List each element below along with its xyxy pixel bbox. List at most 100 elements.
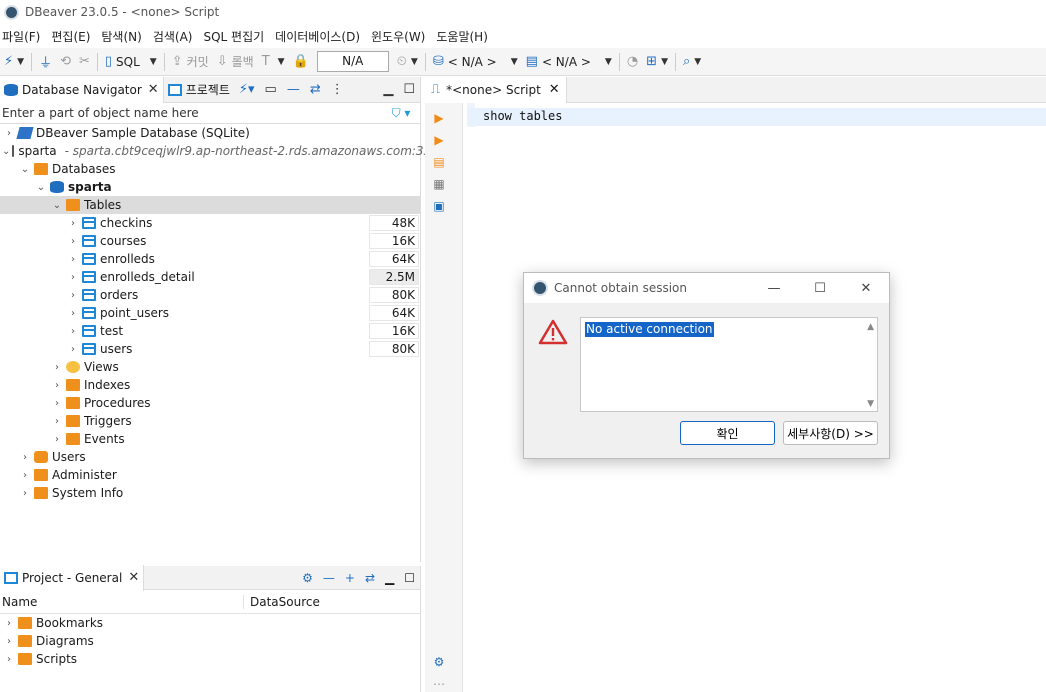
tree-node-users[interactable]: › Users: [0, 448, 420, 466]
scroll-up-icon[interactable]: ▲: [867, 322, 874, 332]
column-datasource-header[interactable]: DataSource: [244, 595, 320, 609]
chevron-right-icon[interactable]: ›: [18, 470, 32, 481]
menu-file[interactable]: 파일(F): [0, 28, 49, 45]
minimize-icon[interactable]: ▁: [378, 82, 398, 97]
chevron-right-icon[interactable]: ›: [50, 398, 64, 409]
tree-node-procedures[interactable]: › Procedures: [0, 394, 420, 412]
chevron-right-icon[interactable]: ›: [18, 452, 32, 463]
new-connection-icon[interactable]: ⚡▾: [234, 82, 260, 97]
minimize-icon[interactable]: —: [751, 281, 797, 296]
gear-icon[interactable]: ⚙: [432, 655, 446, 669]
chevron-right-icon[interactable]: ›: [50, 416, 64, 427]
tab-project-general[interactable]: Project - General ✕: [0, 564, 145, 591]
table-row[interactable]: › enrolleds 64K: [0, 250, 420, 268]
chevron-right-icon[interactable]: ›: [66, 236, 80, 247]
project-item-diagrams[interactable]: › Diagrams: [0, 632, 420, 650]
search-button[interactable]: ⌕ ▼: [679, 50, 705, 74]
filter-icon[interactable]: ⛉ ▾: [382, 106, 420, 121]
dashboard-button[interactable]: ◔: [623, 50, 642, 74]
connect-button[interactable]: ⏚: [35, 50, 56, 74]
collapse-all-icon[interactable]: —: [282, 82, 305, 97]
execute-script-icon[interactable]: ▤: [432, 155, 446, 169]
maximize-icon[interactable]: ☐: [398, 82, 420, 97]
chevron-right-icon[interactable]: ›: [2, 654, 16, 665]
invalidate-button[interactable]: ⟲: [56, 50, 75, 74]
menu-help[interactable]: 도움말(H): [434, 28, 497, 45]
commit-button[interactable]: ⇪ 커밋: [168, 50, 213, 74]
new-connection-button[interactable]: ⚡ ▼: [0, 50, 28, 74]
tree-node-tables[interactable]: ⌄ Tables: [0, 196, 420, 214]
object-filter-input[interactable]: [0, 103, 382, 123]
tree-node-administer[interactable]: › Administer: [0, 466, 420, 484]
chevron-right-icon[interactable]: ›: [50, 380, 64, 391]
chevron-right-icon[interactable]: ›: [66, 290, 80, 301]
tree-node-schema[interactable]: ⌄ sparta: [0, 178, 420, 196]
tree-node-databases[interactable]: ⌄ Databases: [0, 160, 420, 178]
chevron-down-icon[interactable]: ⌄: [2, 146, 10, 157]
column-name-header[interactable]: Name: [0, 594, 244, 609]
close-icon[interactable]: ✕: [148, 82, 159, 97]
tab-database-navigator[interactable]: Database Navigator ✕: [0, 76, 164, 103]
active-datasource-selector[interactable]: ⛁ < N/A > ▼: [429, 50, 522, 74]
chevron-right-icon[interactable]: ›: [66, 308, 80, 319]
tab-script[interactable]: ⎍ *<none> Script ✕: [425, 76, 567, 103]
terminal-icon[interactable]: ▣: [432, 199, 446, 213]
project-item-bookmarks[interactable]: › Bookmarks: [0, 614, 420, 632]
tree-node-triggers[interactable]: › Triggers: [0, 412, 420, 430]
chevron-right-icon[interactable]: ›: [2, 636, 16, 647]
table-row[interactable]: › test 16K: [0, 322, 420, 340]
expand-all-icon[interactable]: +: [340, 571, 360, 585]
menu-database[interactable]: 데이터베이스(D): [273, 28, 369, 45]
table-row[interactable]: › enrolleds_detail 2.5M: [0, 268, 420, 286]
tree-node-connection[interactable]: ⌄ sparta - sparta.cbt9ceqjwlr9.ap-northe…: [0, 142, 446, 160]
chevron-right-icon[interactable]: ›: [66, 344, 80, 355]
tree-node-system-info[interactable]: › System Info: [0, 484, 420, 502]
chevron-right-icon[interactable]: ›: [50, 362, 64, 373]
scroll-down-icon[interactable]: ▼: [867, 399, 874, 409]
maximize-icon[interactable]: ☐: [399, 571, 420, 585]
chevron-right-icon[interactable]: ›: [2, 618, 16, 629]
close-icon[interactable]: ✕: [549, 82, 560, 97]
execute-in-new-tab-icon[interactable]: ▶: [432, 133, 446, 147]
lock-button[interactable]: 🔒: [289, 50, 313, 74]
sql-code-line[interactable]: show tables: [483, 109, 562, 123]
chevron-down-icon[interactable]: ⌄: [18, 164, 32, 175]
view-menu-icon[interactable]: ⋮: [326, 82, 349, 97]
disconnect-button[interactable]: ✂: [75, 50, 94, 74]
execute-statement-icon[interactable]: ▶: [432, 111, 446, 125]
menu-navigate[interactable]: 탐색(N): [99, 28, 150, 45]
explain-plan-icon[interactable]: ▦: [432, 177, 446, 191]
minimize-icon[interactable]: ▁: [380, 571, 399, 585]
chevron-right-icon[interactable]: ›: [66, 218, 80, 229]
chevron-right-icon[interactable]: ›: [18, 488, 32, 499]
table-row[interactable]: › courses 16K: [0, 232, 420, 250]
transaction-mode-value[interactable]: N/A: [316, 51, 389, 72]
chevron-right-icon[interactable]: ›: [50, 434, 64, 445]
table-row[interactable]: › point_users 64K: [0, 304, 420, 322]
maximize-icon[interactable]: ☐: [797, 281, 843, 296]
tasks-button[interactable]: ⊞ ▼: [642, 50, 672, 74]
collapse-all-icon[interactable]: —: [318, 571, 340, 585]
link-with-editor-icon[interactable]: ⇄: [305, 82, 326, 97]
link-with-editor-icon[interactable]: ⇄: [360, 571, 380, 585]
tree-node-indexes[interactable]: › Indexes: [0, 376, 420, 394]
chevron-right-icon[interactable]: ›: [66, 272, 80, 283]
tree-node-sample-db[interactable]: › DBeaver Sample Database (SQLite): [0, 124, 420, 142]
table-row[interactable]: › checkins 48K: [0, 214, 420, 232]
error-message-box[interactable]: No active connection ▲ ▼: [580, 317, 878, 412]
error-message[interactable]: No active connection: [585, 322, 714, 337]
menu-search[interactable]: 검색(A): [151, 28, 202, 45]
tab-projects[interactable]: 프로젝트: [164, 77, 234, 103]
ok-button[interactable]: 확인: [680, 421, 775, 445]
more-icon[interactable]: ⋯: [432, 677, 446, 691]
new-folder-icon[interactable]: ▭: [260, 82, 282, 97]
active-schema-selector[interactable]: ▤ < N/A > ▼: [522, 50, 616, 74]
close-icon[interactable]: ✕: [128, 570, 139, 585]
menu-edit[interactable]: 편집(E): [49, 28, 99, 45]
chevron-right-icon[interactable]: ›: [66, 326, 80, 337]
transaction-mode-button[interactable]: T ▼: [258, 50, 289, 74]
menu-sql-editor[interactable]: SQL 편집기: [201, 28, 273, 45]
details-button[interactable]: 세부사항(D) >>: [783, 421, 878, 445]
close-icon[interactable]: ✕: [843, 281, 889, 296]
tree-node-events[interactable]: › Events: [0, 430, 420, 448]
